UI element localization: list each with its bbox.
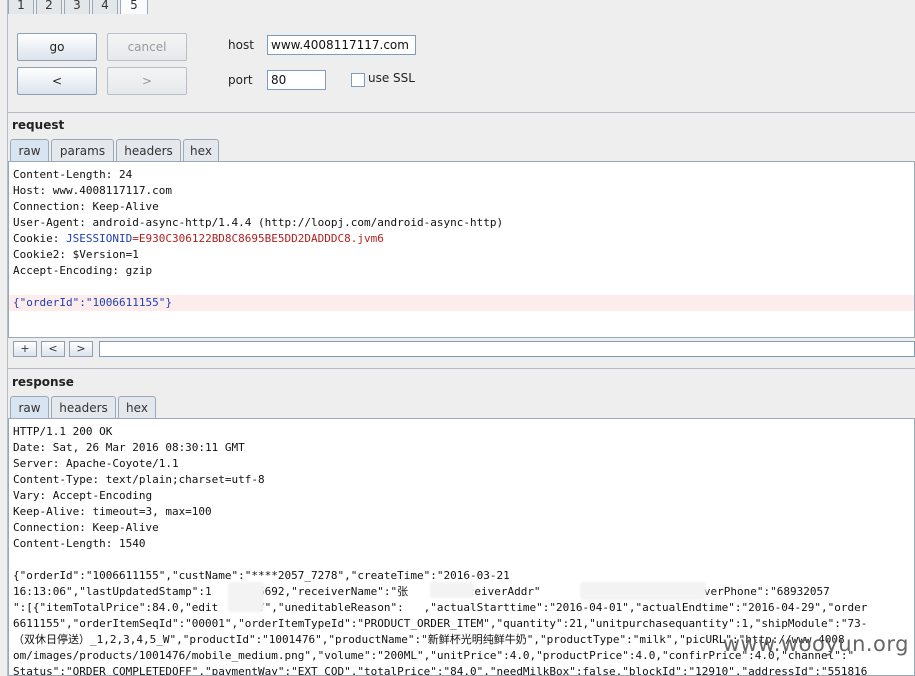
request-tab-hex[interactable]: hex bbox=[183, 139, 219, 161]
response-line: Content-Type: text/plain;charset=utf-8 bbox=[13, 473, 265, 486]
cookie-prefix: Cookie: bbox=[13, 232, 66, 245]
response-line: Keep-Alive: timeout=3, max=100 bbox=[13, 505, 212, 518]
request-title: request bbox=[12, 118, 65, 132]
next-match-button[interactable]: > bbox=[69, 341, 93, 357]
port-label: port bbox=[228, 73, 253, 87]
session-tab-5[interactable]: 5 bbox=[120, 0, 148, 14]
request-line: Host: www.4008117117.com bbox=[13, 184, 172, 197]
response-line: Server: Apache-Coyote/1.1 bbox=[13, 457, 179, 470]
response-line: Content-Length: 1540 bbox=[13, 537, 146, 550]
response-line bbox=[9, 552, 914, 568]
response-line: Vary: Accept-Encoding bbox=[13, 489, 153, 502]
redaction-blur bbox=[228, 582, 264, 612]
request-line: Cookie2: $Version=1 bbox=[13, 248, 139, 261]
section-divider bbox=[8, 368, 915, 369]
response-line: 6611155","orderItemSeqId":"00001","order… bbox=[13, 617, 868, 630]
response-title: response bbox=[12, 375, 74, 389]
request-line bbox=[9, 279, 914, 295]
request-body-line: {"orderId":"1006611155"} bbox=[9, 295, 914, 311]
request-tab-headers[interactable]: headers bbox=[116, 139, 181, 161]
use-ssl-checkbox[interactable] bbox=[351, 73, 365, 87]
cookie-value: =E930C306122BD8C8695BE5DD2DADDDC8.jvm6 bbox=[132, 232, 384, 245]
request-line: Accept-Encoding: gzip bbox=[13, 264, 153, 277]
response-line: Status":"ORDER_COMPLETEDOFF","paymentWay… bbox=[13, 665, 868, 676]
forward-button[interactable]: > bbox=[107, 67, 187, 95]
host-field[interactable]: www.4008117117.com bbox=[267, 35, 416, 55]
section-divider bbox=[8, 112, 915, 113]
add-button[interactable]: + bbox=[13, 341, 37, 357]
back-button[interactable]: < bbox=[17, 67, 97, 95]
response-tabs: raw headers hex bbox=[10, 396, 158, 418]
request-raw-pane[interactable]: Content-Length: 24 Host: www.4008117117.… bbox=[8, 161, 915, 338]
search-input[interactable] bbox=[99, 341, 915, 357]
request-line: Connection: Keep-Alive bbox=[13, 200, 159, 213]
host-label: host bbox=[228, 38, 254, 52]
request-line: Content-Length: 24 bbox=[13, 168, 133, 181]
response-line: Date: Sat, 26 Mar 2016 08:30:11 GMT bbox=[13, 441, 245, 454]
redaction-blur bbox=[430, 582, 474, 598]
response-tab-headers[interactable]: headers bbox=[51, 396, 116, 418]
go-button[interactable]: go bbox=[17, 33, 97, 61]
watermark: www.wooyun.org bbox=[722, 632, 909, 656]
request-cookie-line: Cookie: JSESSIONID=E930C306122BD8C8695BE… bbox=[9, 231, 914, 247]
request-tab-raw[interactable]: raw bbox=[10, 139, 49, 161]
response-line: Connection: Keep-Alive bbox=[13, 521, 159, 534]
cancel-button[interactable]: cancel bbox=[107, 33, 187, 61]
redaction-blur bbox=[580, 582, 706, 600]
response-tab-hex[interactable]: hex bbox=[118, 396, 156, 418]
port-field[interactable]: 80 bbox=[267, 70, 326, 90]
response-line: ":[{"itemTotalPrice":84.0,"edit "Y","une… bbox=[13, 601, 868, 614]
request-line: User-Agent: android-async-http/1.4.4 (ht… bbox=[13, 216, 504, 229]
prev-match-button[interactable]: < bbox=[41, 341, 65, 357]
session-tab-4[interactable]: 4 bbox=[92, 0, 118, 14]
session-tab-1[interactable]: 1 bbox=[8, 0, 34, 14]
response-tab-raw[interactable]: raw bbox=[10, 396, 49, 418]
session-tab-2[interactable]: 2 bbox=[36, 0, 62, 14]
session-tab-3[interactable]: 3 bbox=[64, 0, 90, 14]
response-line: HTTP/1.1 200 OK bbox=[13, 425, 113, 438]
request-tabs: raw params headers hex bbox=[10, 139, 221, 161]
cookie-key: JSESSIONID bbox=[65, 232, 133, 245]
session-tabs: 1 2 3 4 5 bbox=[8, 0, 150, 16]
request-tab-params[interactable]: params bbox=[51, 139, 114, 161]
use-ssl-label: use SSL bbox=[368, 71, 415, 85]
